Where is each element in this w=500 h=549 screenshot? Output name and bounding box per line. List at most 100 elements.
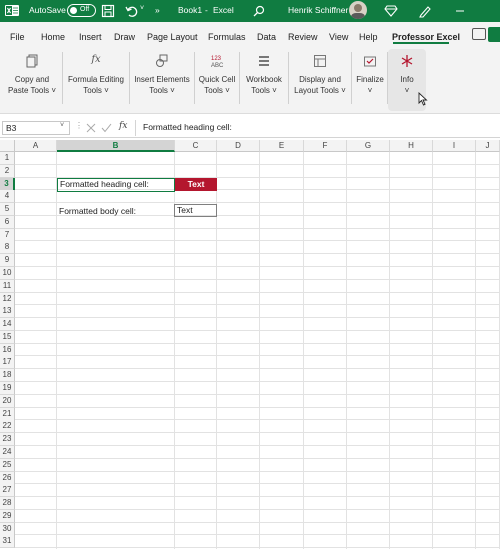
row-header-23[interactable]: 23 bbox=[0, 433, 15, 447]
column-header-f[interactable]: F bbox=[304, 140, 347, 152]
row-header-30[interactable]: 30 bbox=[0, 522, 15, 536]
grid-row-line bbox=[15, 508, 500, 510]
column-header-b[interactable]: B bbox=[57, 140, 175, 152]
spreadsheet-grid[interactable]: A B C D E F G H I J 1 2 3 4 5 6 7 8 9 10 11 12 13 14 15 16 17 18 19 2… bbox=[0, 140, 500, 549]
save-icon[interactable] bbox=[101, 4, 115, 18]
ribbon-separator bbox=[239, 52, 240, 104]
row-header-16[interactable]: 16 bbox=[0, 343, 15, 357]
row-header-12[interactable]: 12 bbox=[0, 292, 15, 306]
more-commands-button[interactable]: » bbox=[155, 5, 160, 15]
tab-page-layout[interactable]: Page Layout bbox=[147, 32, 198, 42]
row-header-27[interactable]: 27 bbox=[0, 484, 15, 498]
undo-dropdown-icon[interactable]: ˅ bbox=[140, 5, 144, 12]
share-button[interactable] bbox=[488, 27, 500, 42]
grid-row-line bbox=[15, 470, 500, 472]
row-header-7[interactable]: 7 bbox=[0, 228, 15, 242]
row-header-4[interactable]: 4 bbox=[0, 190, 15, 204]
name-box-dropdown-icon[interactable]: ˅ bbox=[60, 122, 64, 129]
row-header-22[interactable]: 22 bbox=[0, 420, 15, 434]
row-header-20[interactable]: 20 bbox=[0, 394, 15, 408]
row-header-1[interactable]: 1 bbox=[0, 152, 15, 165]
more-options-icon[interactable]: ⋮ bbox=[75, 121, 83, 130]
label-line2: Layout Tools ˅ bbox=[294, 86, 346, 95]
tab-view[interactable]: View bbox=[329, 32, 348, 42]
autosave-toggle[interactable]: Off bbox=[67, 4, 96, 17]
cell-c3[interactable]: Text bbox=[175, 178, 217, 191]
ribbon-group-formula-editing[interactable]: fx Formula Editing Tools ˅ bbox=[64, 46, 128, 112]
row-header-15[interactable]: 15 bbox=[0, 330, 15, 344]
comments-button[interactable] bbox=[472, 28, 486, 40]
search-icon[interactable] bbox=[252, 4, 266, 18]
row-header-19[interactable]: 19 bbox=[0, 382, 15, 396]
column-header-a[interactable]: A bbox=[15, 140, 57, 152]
row-header-26[interactable]: 26 bbox=[0, 471, 15, 485]
pen-icon[interactable] bbox=[418, 4, 432, 18]
tab-formulas[interactable]: Formulas bbox=[208, 32, 246, 42]
diamond-icon[interactable] bbox=[384, 4, 398, 18]
row-header-9[interactable]: 9 bbox=[0, 254, 15, 268]
ribbon-group-display-layout[interactable]: Display and Layout Tools ˅ bbox=[290, 46, 350, 112]
grid-column-line bbox=[389, 152, 390, 549]
minimize-icon[interactable] bbox=[453, 4, 467, 18]
grid-column-line bbox=[346, 152, 347, 549]
column-header-c[interactable]: C bbox=[175, 140, 217, 152]
row-header-21[interactable]: 21 bbox=[0, 407, 15, 421]
row-header-18[interactable]: 18 bbox=[0, 369, 15, 383]
row-header-24[interactable]: 24 bbox=[0, 445, 15, 459]
user-name[interactable]: Henrik Schiffner bbox=[288, 5, 348, 15]
cancel-icon[interactable] bbox=[86, 123, 96, 133]
column-header-j[interactable]: J bbox=[476, 140, 500, 152]
ribbon-group-insert-elements[interactable]: Insert Elements Tools ˅ bbox=[131, 46, 193, 112]
ribbon-group-quick-cell[interactable]: 123 ABC Quick Cell Tools ˅ bbox=[196, 46, 238, 112]
row-header-5[interactable]: 5 bbox=[0, 203, 15, 217]
tab-file[interactable]: File bbox=[10, 32, 25, 42]
row-header-13[interactable]: 13 bbox=[0, 305, 15, 319]
row-header-3[interactable]: 3 bbox=[0, 177, 15, 191]
ribbon-group-copy-paste[interactable]: Copy and Paste Tools ˅ bbox=[4, 46, 60, 112]
undo-icon[interactable] bbox=[125, 4, 139, 18]
column-header-e[interactable]: E bbox=[260, 140, 304, 152]
grid-row-line bbox=[15, 342, 500, 344]
enter-icon[interactable] bbox=[101, 123, 112, 133]
insert-function-button[interactable]: fx bbox=[119, 121, 127, 131]
tab-data[interactable]: Data bbox=[257, 32, 276, 42]
column-header-g[interactable]: G bbox=[347, 140, 390, 152]
label-line1: Info bbox=[400, 75, 414, 84]
avatar[interactable] bbox=[349, 1, 367, 19]
ribbon-group-finalize[interactable]: Finalize ˅ bbox=[353, 46, 387, 112]
cell-b3[interactable]: Formatted heading cell: bbox=[57, 178, 175, 192]
copy-paste-label: Copy and Paste Tools ˅ bbox=[4, 74, 60, 96]
tab-insert[interactable]: Insert bbox=[79, 32, 102, 42]
column-header-d[interactable]: D bbox=[217, 140, 260, 152]
row-header-14[interactable]: 14 bbox=[0, 318, 15, 332]
select-all-corner[interactable] bbox=[0, 140, 15, 152]
tab-professor-excel[interactable]: Professor Excel bbox=[392, 32, 460, 42]
row-header-31[interactable]: 31 bbox=[0, 535, 15, 549]
grid-row-line bbox=[15, 496, 500, 498]
grid-row-line bbox=[15, 355, 500, 357]
formula-input[interactable]: Formatted heading cell: bbox=[143, 122, 232, 132]
row-header-10[interactable]: 10 bbox=[0, 267, 15, 281]
label-line2: Paste Tools ˅ bbox=[7, 86, 57, 95]
row-header-29[interactable]: 29 bbox=[0, 509, 15, 523]
book-title[interactable]: Book1 bbox=[178, 5, 202, 15]
shapes-icon bbox=[156, 54, 168, 67]
tab-draw[interactable]: Draw bbox=[114, 32, 135, 42]
row-header-11[interactable]: 11 bbox=[0, 279, 15, 293]
row-header-2[interactable]: 2 bbox=[0, 164, 15, 178]
row-header-8[interactable]: 8 bbox=[0, 241, 15, 255]
row-header-6[interactable]: 6 bbox=[0, 215, 15, 229]
tab-review[interactable]: Review bbox=[288, 32, 318, 42]
row-header-17[interactable]: 17 bbox=[0, 356, 15, 370]
cell-c5[interactable]: Text bbox=[174, 204, 217, 217]
copy-icon bbox=[26, 54, 38, 68]
grid-row-line bbox=[15, 227, 500, 229]
column-header-h[interactable]: H bbox=[390, 140, 433, 152]
tab-home[interactable]: Home bbox=[41, 32, 65, 42]
column-header-i[interactable]: I bbox=[433, 140, 476, 152]
tab-help[interactable]: Help bbox=[359, 32, 378, 42]
row-header-28[interactable]: 28 bbox=[0, 497, 15, 511]
cell-b5[interactable]: Formatted body cell: bbox=[59, 205, 136, 218]
ribbon-group-workbook[interactable]: Workbook Tools ˅ bbox=[241, 46, 287, 112]
row-header-25[interactable]: 25 bbox=[0, 458, 15, 472]
